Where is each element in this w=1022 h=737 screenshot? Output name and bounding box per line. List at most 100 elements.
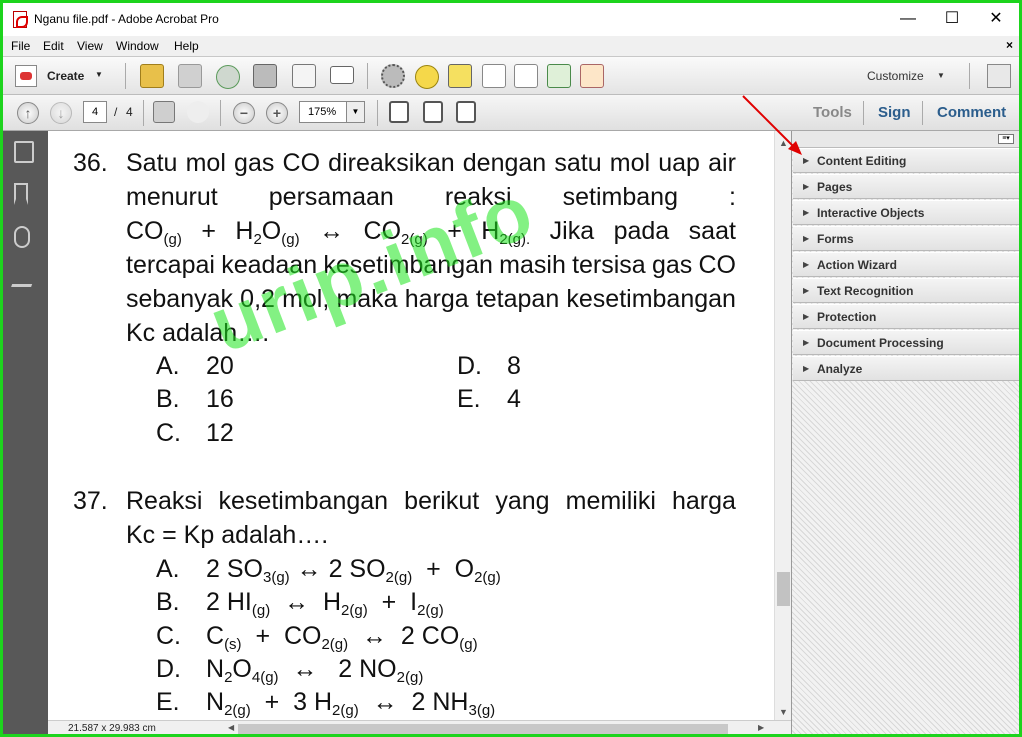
paperclip-icon[interactable] — [14, 226, 30, 248]
triangle-right-icon: ▶ — [803, 338, 810, 347]
menu-view[interactable]: View — [77, 39, 103, 53]
pane-options-icon[interactable]: ≡▾ — [998, 134, 1014, 144]
panel-label: Interactive Objects — [817, 206, 925, 220]
find-icon[interactable] — [514, 64, 538, 88]
toolbar-divider — [377, 100, 378, 126]
panel-document-processing[interactable]: ▶ Document Processing — [793, 330, 1019, 355]
main-toolbar: Create ▼ Customize ▼ — [3, 57, 1019, 95]
close-document-button[interactable]: × — [1006, 38, 1013, 52]
answer-option: C. 12 — [156, 419, 234, 447]
page-separator: / — [114, 105, 118, 119]
document-view[interactable]: 36. Satu mol gas CO direaksikan dengan satu mol… — [48, 131, 774, 720]
email-icon[interactable] — [330, 66, 354, 84]
signature-icon[interactable] — [11, 271, 37, 287]
tab-comment[interactable]: Comment — [937, 104, 1006, 121]
panel-label: Forms — [817, 232, 854, 246]
answer-option: C. C(s) + CO2(g) ↔ 2 CO(g) — [156, 622, 478, 653]
sign-icon[interactable] — [580, 64, 604, 88]
select-cursor-icon[interactable] — [153, 101, 175, 123]
close-button[interactable]: ✕ — [973, 3, 1019, 36]
question-number: 37. — [73, 487, 108, 515]
panel-protection[interactable]: ▶ Protection — [793, 304, 1019, 329]
plus-icon: + — [272, 105, 282, 121]
delete-icon[interactable] — [482, 64, 506, 88]
page-thumbnails-icon[interactable] — [14, 141, 34, 163]
menu-file[interactable]: File — [11, 39, 30, 53]
panel-label: Analyze — [817, 362, 863, 376]
zoom-out-button[interactable]: − — [233, 102, 255, 124]
answer-option: A. 20 — [156, 352, 234, 380]
scroll-right-icon[interactable]: ▶ — [758, 723, 764, 732]
horizontal-scrollbar[interactable]: ◀ ▶ — [228, 723, 778, 734]
panel-label: Action Wizard — [817, 258, 897, 272]
navigation-toolbar: ↑ ↓ 4 / 4 − + 175% ▼ Tools Sign Comment — [3, 95, 1019, 131]
highlight-icon[interactable] — [448, 64, 472, 88]
panel-label: Document Processing — [817, 336, 944, 350]
panel-forms[interactable]: ▶ Forms — [793, 226, 1019, 251]
zoom-in-button[interactable]: + — [266, 102, 288, 124]
next-page-button[interactable]: ↓ — [50, 102, 72, 124]
menu-help[interactable]: Help — [174, 39, 199, 53]
maximize-button[interactable]: ☐ — [929, 3, 975, 36]
save-icon[interactable] — [178, 64, 202, 88]
scrollbar-thumb[interactable] — [238, 724, 728, 734]
answer-option: E. 4 — [457, 385, 521, 413]
panel-label: Text Recognition — [817, 284, 914, 298]
annotation-arrow-icon — [742, 95, 802, 155]
panel-action-wizard[interactable]: ▶ Action Wizard — [793, 252, 1019, 277]
toolbar-divider — [863, 101, 864, 125]
chevron-down-icon: ▼ — [937, 71, 945, 80]
pdf-page: 36. Satu mol gas CO direaksikan dengan satu mol… — [48, 131, 774, 720]
bookmarks-icon[interactable] — [14, 183, 28, 205]
previous-page-button[interactable]: ↑ — [17, 102, 39, 124]
panel-pages[interactable]: ▶ Pages — [793, 174, 1019, 199]
panel-analyze[interactable]: ▶ Analyze — [793, 356, 1019, 381]
question-text-line: Kc = Kp adalah…. — [126, 521, 329, 549]
print-icon[interactable] — [253, 64, 277, 88]
arrow-down-icon: ↓ — [57, 105, 65, 121]
upload-icon[interactable] — [216, 65, 240, 89]
title-bar: Nganu file.pdf - Adobe Acrobat Pro — ☐ ✕ — [3, 3, 1019, 36]
minimize-button[interactable]: — — [885, 3, 931, 36]
scrolling-mode-icon[interactable] — [389, 101, 409, 123]
scrollbar-thumb[interactable] — [777, 572, 790, 606]
fit-width-icon[interactable] — [456, 101, 476, 123]
panel-content-editing[interactable]: ▶ Content Editing — [793, 148, 1019, 173]
scroll-down-icon[interactable]: ▼ — [779, 707, 788, 717]
edit-icon[interactable] — [292, 64, 316, 88]
toolbar-divider — [922, 101, 923, 125]
acrobat-app-icon — [13, 11, 28, 28]
triangle-right-icon: ▶ — [803, 364, 810, 373]
acrobat-window: Nganu file.pdf - Adobe Acrobat Pro — ☐ ✕… — [0, 0, 1022, 737]
menu-bar: File Edit View Window Help × — [3, 36, 1019, 57]
status-bar: 21.587 x 29.983 cm ◀ ▶ — [48, 720, 791, 734]
question-number: 36. — [73, 149, 108, 177]
expand-icon[interactable] — [987, 64, 1011, 88]
customize-button[interactable]: Customize — [867, 69, 924, 83]
panel-text-recognition[interactable]: ▶ Text Recognition — [793, 278, 1019, 303]
page-number-input[interactable]: 4 — [83, 101, 107, 123]
scroll-left-icon[interactable]: ◀ — [228, 723, 234, 732]
panel-interactive-objects[interactable]: ▶ Interactive Objects — [793, 200, 1019, 225]
open-icon[interactable] — [140, 64, 164, 88]
vertical-scrollbar[interactable]: ▲ ▼ — [774, 131, 791, 720]
navigation-pane — [3, 131, 48, 734]
menu-edit[interactable]: Edit — [43, 39, 64, 53]
toolbar-divider — [220, 100, 221, 126]
tab-sign[interactable]: Sign — [878, 104, 911, 121]
tools-pane: ≡▾ ▶ Content Editing ▶ Pages ▶ Interactive … — [791, 131, 1019, 734]
toolbar-divider — [969, 63, 970, 89]
comment-icon[interactable] — [415, 65, 439, 89]
answer-option: D. 8 — [457, 352, 521, 380]
panel-label: Protection — [817, 310, 877, 324]
answer-option: B. 2 HI(g) ↔ H2(g) + I2(g) — [156, 588, 444, 619]
fit-page-icon[interactable] — [423, 101, 443, 123]
zoom-level-select[interactable]: 175% ▼ — [299, 101, 365, 123]
menu-window[interactable]: Window — [116, 39, 159, 53]
hand-tool-icon[interactable] — [187, 101, 209, 123]
export-icon[interactable] — [547, 64, 571, 88]
gear-icon[interactable] — [381, 64, 405, 88]
tab-tools[interactable]: Tools — [813, 104, 852, 121]
triangle-right-icon: ▶ — [803, 286, 810, 295]
panel-label: Pages — [817, 180, 853, 194]
